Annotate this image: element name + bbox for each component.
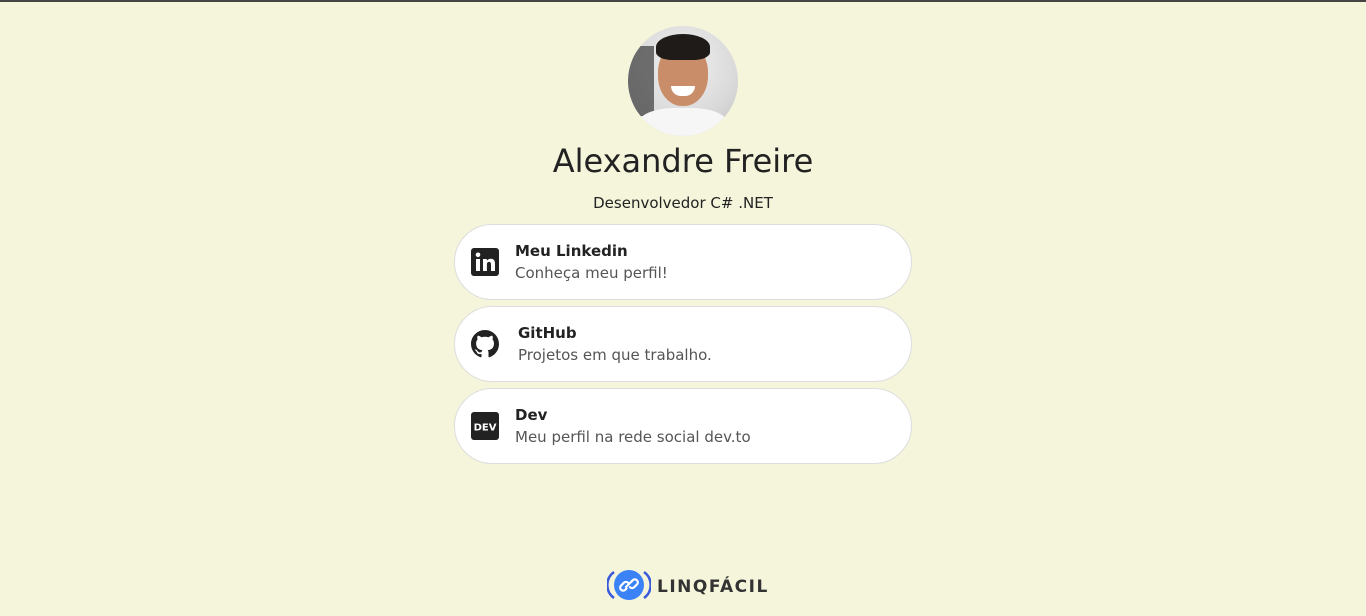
profile-header: Alexandre Freire Desenvolvedor C# .NET [0, 26, 1366, 212]
link-title: Dev [515, 406, 548, 424]
link-title: GitHub [518, 324, 577, 342]
link-linkedin[interactable]: Meu Linkedin Conheça meu perfil! [454, 224, 912, 300]
svg-text:DEV: DEV [474, 423, 497, 434]
link-github[interactable]: GitHub Projetos em que trabalho. [454, 306, 912, 382]
linqfacil-logo-icon [606, 568, 652, 607]
dev-icon: DEV [471, 412, 499, 440]
footer-brand-link[interactable]: LINQFÁCIL [606, 568, 769, 607]
link-github-text: GitHub Projetos em que trabalho. [518, 324, 712, 364]
avatar-shirt [638, 108, 728, 136]
footer-brand-name: LINQFÁCIL [657, 577, 769, 597]
link-description: Conheça meu perfil! [515, 264, 668, 282]
avatar [628, 26, 738, 136]
link-dev[interactable]: DEV Dev Meu perfil na rede social dev.to [454, 388, 912, 464]
avatar-background [628, 46, 654, 116]
linkedin-icon [471, 248, 499, 276]
link-linkedin-text: Meu Linkedin Conheça meu perfil! [515, 242, 668, 282]
avatar-hair [656, 34, 710, 60]
link-title: Meu Linkedin [515, 242, 628, 260]
profile-name: Alexandre Freire [552, 142, 814, 180]
profile-subtitle: Desenvolvedor C# .NET [593, 194, 773, 212]
link-description: Meu perfil na rede social dev.to [515, 428, 751, 446]
link-description: Projetos em que trabalho. [518, 346, 712, 364]
github-icon [471, 330, 499, 358]
link-dev-text: Dev Meu perfil na rede social dev.to [515, 406, 751, 446]
links-list: Meu Linkedin Conheça meu perfil! GitHub … [454, 224, 912, 470]
